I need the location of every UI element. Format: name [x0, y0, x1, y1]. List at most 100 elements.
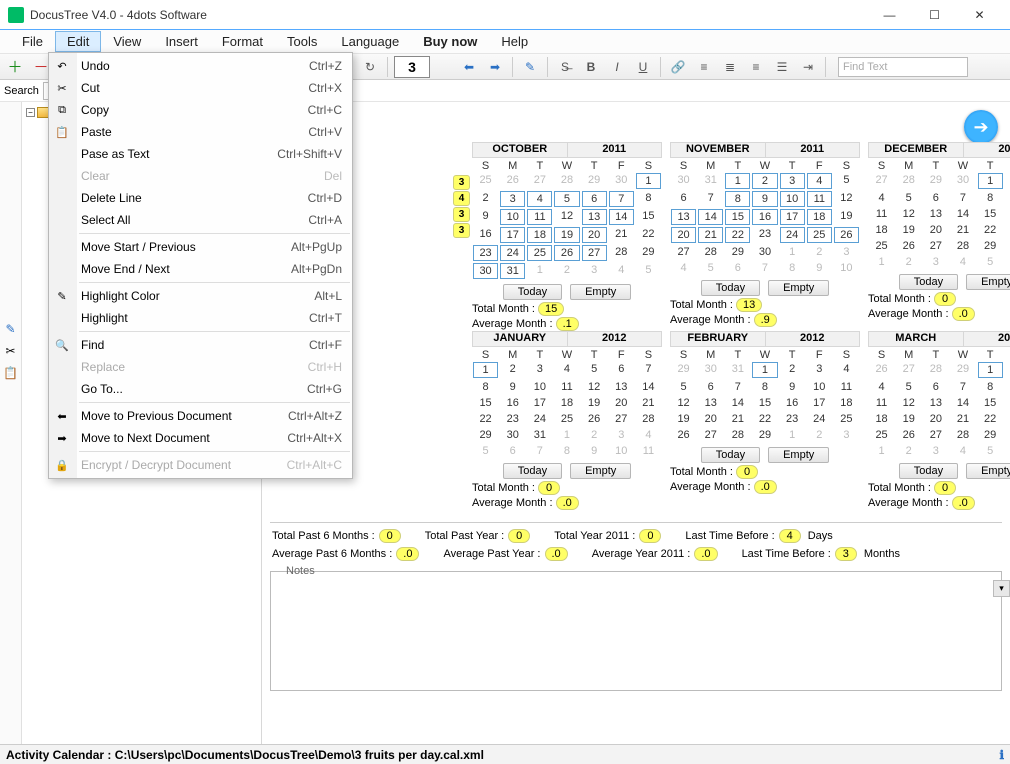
underline-icon[interactable]: U: [632, 56, 654, 78]
day[interactable]: 18: [868, 411, 895, 427]
day-other[interactable]: 1: [553, 427, 580, 443]
day[interactable]: 15: [977, 206, 1004, 222]
value-box[interactable]: 3: [394, 56, 430, 78]
day[interactable]: 8: [977, 379, 1004, 395]
day[interactable]: 11: [527, 209, 552, 225]
day-other[interactable]: 30: [608, 172, 635, 188]
day-other[interactable]: 11: [635, 443, 662, 459]
menuitem-find[interactable]: 🔍FindCtrl+F: [49, 334, 352, 356]
empty-button[interactable]: Empty: [768, 280, 829, 296]
maximize-button[interactable]: ☐: [912, 1, 957, 29]
paste-icon[interactable]: 📋: [3, 366, 18, 380]
day-other[interactable]: 30: [949, 172, 976, 188]
day[interactable]: 7: [949, 379, 976, 395]
empty-button[interactable]: Empty: [570, 463, 631, 479]
day[interactable]: 7: [724, 379, 751, 395]
day[interactable]: 27: [608, 411, 635, 427]
day[interactable]: 3: [806, 361, 833, 377]
day[interactable]: 13: [697, 395, 724, 411]
day[interactable]: 2: [499, 361, 526, 377]
day[interactable]: 11: [553, 379, 580, 395]
day-other[interactable]: 28: [922, 361, 949, 377]
day[interactable]: 9: [499, 379, 526, 395]
day[interactable]: 9: [779, 379, 806, 395]
day[interactable]: 1: [752, 362, 777, 378]
minimize-button[interactable]: —: [867, 1, 912, 29]
menuitem-move-to-next-document[interactable]: ➡Move to Next DocumentCtrl+Alt+X: [49, 427, 352, 449]
menuitem-move-end-next[interactable]: Move End / NextAlt+PgDn: [49, 258, 352, 280]
forward-icon[interactable]: ➡: [484, 56, 506, 78]
day[interactable]: 20: [608, 395, 635, 411]
today-button[interactable]: Today: [503, 463, 562, 479]
day-other[interactable]: 28: [553, 172, 580, 188]
day-other[interactable]: 4: [949, 443, 976, 459]
day-other[interactable]: 2: [895, 443, 922, 459]
menuitem-copy[interactable]: ⧉CopyCtrl+C: [49, 99, 352, 121]
day-other[interactable]: 5: [977, 443, 1004, 459]
day[interactable]: 6: [582, 191, 607, 207]
cut-icon[interactable]: ✂: [5, 344, 15, 358]
day-other[interactable]: 3: [833, 427, 860, 443]
day-other[interactable]: 26: [499, 172, 526, 188]
day[interactable]: 4: [868, 379, 895, 395]
day[interactable]: 7: [949, 190, 976, 206]
day[interactable]: 26: [670, 427, 697, 443]
italic-icon[interactable]: I: [606, 56, 628, 78]
day-other[interactable]: 6: [499, 443, 526, 459]
day[interactable]: 8: [635, 190, 662, 206]
day[interactable]: 7: [635, 361, 662, 377]
day[interactable]: 25: [527, 245, 552, 261]
day[interactable]: 10: [500, 209, 525, 225]
link-icon[interactable]: 🔗: [667, 56, 689, 78]
day[interactable]: 30: [751, 244, 778, 260]
cal-year[interactable]: 2011: [766, 143, 860, 157]
day[interactable]: 24: [526, 411, 553, 427]
day[interactable]: 16: [472, 226, 499, 242]
day[interactable]: 11: [868, 206, 895, 222]
day-other[interactable]: 29: [949, 361, 976, 377]
day[interactable]: 23: [779, 411, 806, 427]
day[interactable]: 21: [698, 227, 723, 243]
day[interactable]: 20: [671, 227, 696, 243]
menuitem-delete-line[interactable]: Delete LineCtrl+D: [49, 187, 352, 209]
day[interactable]: 18: [868, 222, 895, 238]
cal-year[interactable]: 2011: [568, 143, 662, 157]
day[interactable]: 24: [500, 245, 525, 261]
indent-icon[interactable]: ⇥: [797, 56, 819, 78]
day[interactable]: 11: [807, 191, 832, 207]
day[interactable]: 23: [751, 226, 778, 242]
day[interactable]: 22: [635, 226, 662, 242]
day[interactable]: 2: [472, 190, 499, 206]
day[interactable]: 21: [949, 411, 976, 427]
day-other[interactable]: 3: [581, 262, 608, 278]
day[interactable]: 19: [581, 395, 608, 411]
day-other[interactable]: 31: [697, 172, 724, 188]
bold-icon[interactable]: B: [580, 56, 602, 78]
today-button[interactable]: Today: [899, 463, 958, 479]
day[interactable]: 26: [581, 411, 608, 427]
day[interactable]: 19: [895, 411, 922, 427]
day[interactable]: 24: [806, 411, 833, 427]
day-other[interactable]: 7: [526, 443, 553, 459]
day[interactable]: 23: [1004, 222, 1010, 238]
day[interactable]: 6: [697, 379, 724, 395]
day[interactable]: 14: [698, 209, 723, 225]
day[interactable]: 10: [780, 191, 805, 207]
day-other[interactable]: 6: [724, 260, 751, 276]
day-other[interactable]: 1: [868, 254, 895, 270]
day[interactable]: 28: [949, 427, 976, 443]
find-input[interactable]: Find Text: [838, 57, 968, 77]
day[interactable]: 29: [635, 244, 662, 260]
day[interactable]: 13: [922, 395, 949, 411]
day[interactable]: 12: [895, 395, 922, 411]
day[interactable]: 1: [725, 173, 750, 189]
day[interactable]: 27: [697, 427, 724, 443]
day[interactable]: 2: [779, 361, 806, 377]
day-other[interactable]: 5: [472, 443, 499, 459]
day[interactable]: 12: [581, 379, 608, 395]
day-other[interactable]: 5: [977, 254, 1004, 270]
day-other[interactable]: 5: [635, 262, 662, 278]
day[interactable]: 29: [977, 427, 1004, 443]
day[interactable]: 5: [895, 379, 922, 395]
day[interactable]: 26: [895, 238, 922, 254]
